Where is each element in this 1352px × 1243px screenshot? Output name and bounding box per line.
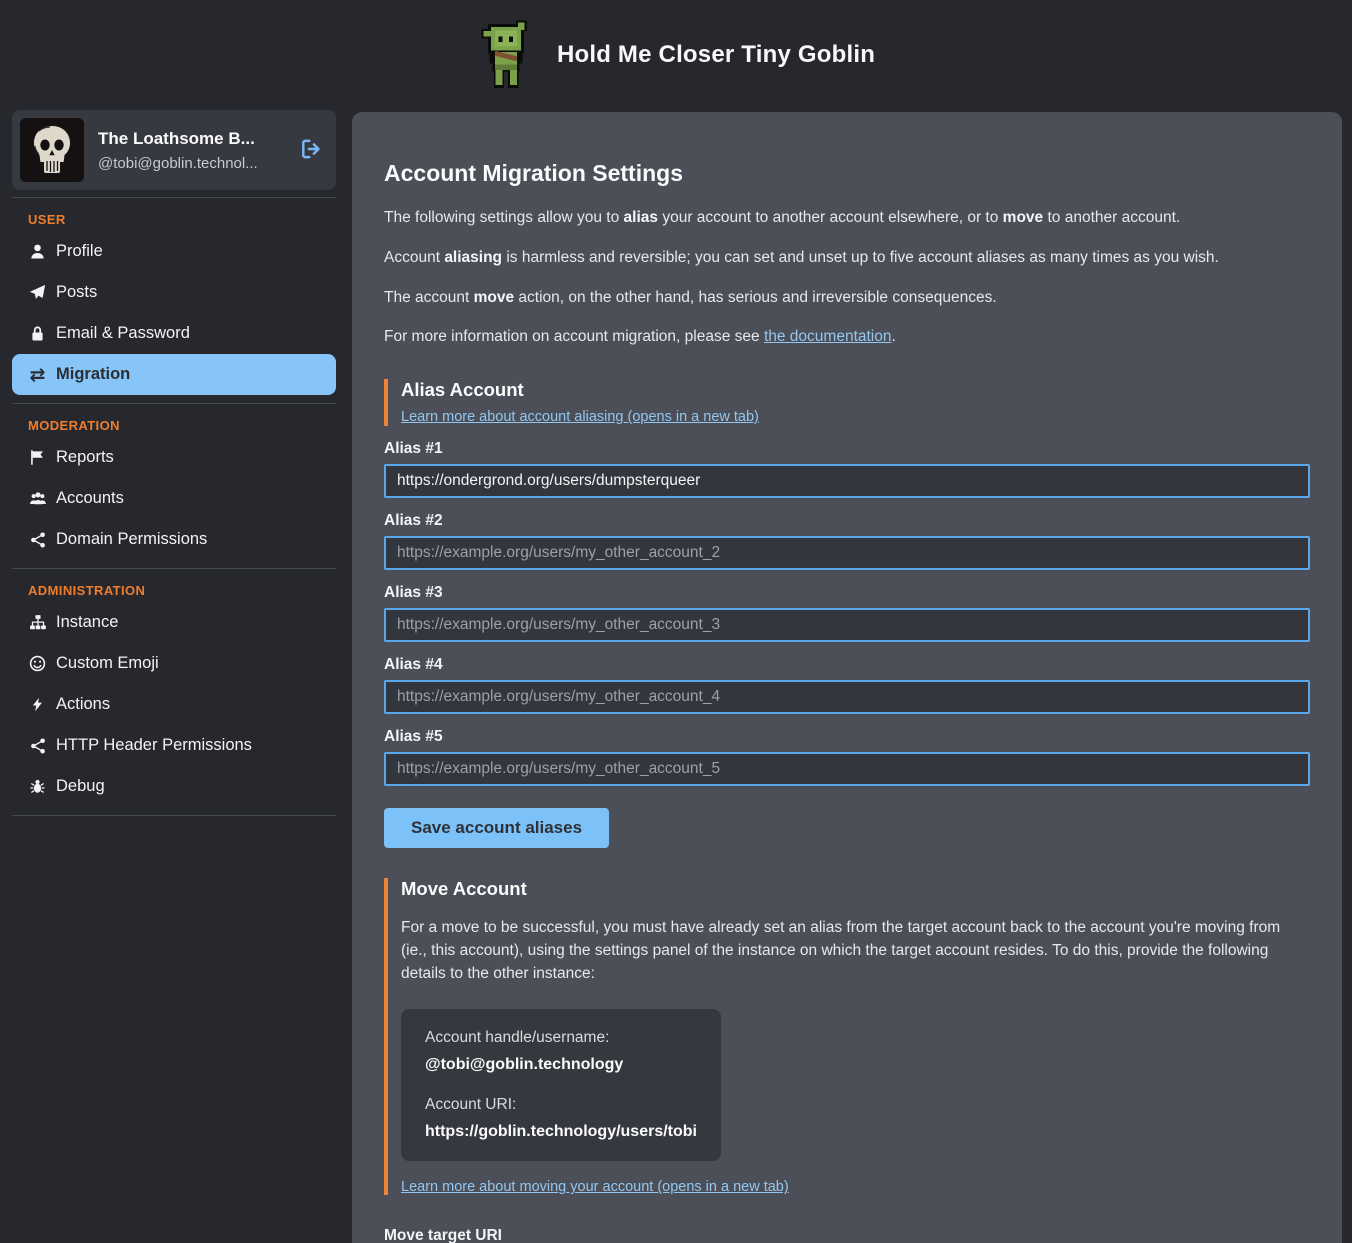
sidebar-item-profile[interactable]: Profile (12, 231, 336, 272)
move-account-section: Move Account For a move to be successful… (384, 878, 1310, 1195)
sidebar-item-label: HTTP Header Permissions (56, 736, 252, 755)
sidebar-item-label: Custom Emoji (56, 654, 159, 673)
share-nodes-icon (28, 738, 47, 754)
sidebar-item-label: Instance (56, 613, 118, 632)
alias-fields: Alias #1 Alias #2 Alias #3 Alias #4 Alia… (384, 440, 1310, 786)
alias-section-heading: Alias Account (401, 379, 1310, 401)
inline-link[interactable]: the documentation (764, 328, 892, 345)
logout-button[interactable] (298, 136, 324, 165)
alias-4-label: Alias #4 (384, 656, 1310, 674)
intro-paragraph: The following settings allow you to alia… (384, 207, 1310, 230)
sidebar-item-reports[interactable]: Reports (12, 437, 336, 478)
bug-icon (28, 778, 47, 795)
alias-4-input[interactable] (384, 680, 1310, 714)
app-title: Hold Me Closer Tiny Goblin (557, 41, 875, 69)
sidebar-item-label: Profile (56, 242, 103, 261)
sidebar-item-label: Email & Password (56, 324, 190, 343)
share-nodes-icon (28, 532, 47, 548)
lock-icon (28, 325, 47, 342)
move-description: For a move to be successful, you must ha… (401, 917, 1306, 985)
alias-2-label: Alias #2 (384, 512, 1310, 530)
goblin-pixel-logo-icon (477, 19, 535, 91)
sidebar-item-label: Posts (56, 283, 97, 302)
sidebar-item-migration[interactable]: ⇄ Migration (12, 354, 336, 395)
migration-arrows-icon: ⇄ (28, 367, 47, 383)
sidebar: The Loathsome B... @tobi@goblin.technol.… (12, 110, 336, 816)
user-icon (28, 243, 47, 260)
alias-field: Alias #4 (384, 656, 1310, 714)
app-header: Hold Me Closer Tiny Goblin (0, 0, 1352, 110)
move-section-heading: Move Account (401, 878, 1310, 900)
intro-paragraph: For more information on account migratio… (384, 326, 1310, 349)
sidebar-item-label: Migration (56, 365, 130, 384)
sidebar-item-accounts[interactable]: Accounts (12, 478, 336, 519)
sidebar-item-label: Accounts (56, 489, 124, 508)
paper-plane-icon (28, 284, 47, 301)
alias-5-input[interactable] (384, 752, 1310, 786)
account-display-name: The Loathsome B... (98, 129, 284, 149)
account-uri-label: Account URI: (425, 1096, 697, 1114)
account-handle: @tobi@goblin.technol... (98, 155, 284, 172)
sidebar-section-moderation: MODERATION Reports Accounts (12, 404, 336, 569)
account-handle-value: @tobi@goblin.technology (425, 1056, 697, 1074)
section-heading-user: USER (12, 210, 336, 231)
sidebar-item-debug[interactable]: Debug (12, 766, 336, 807)
sidebar-item-label: Reports (56, 448, 114, 467)
sidebar-item-domain-permissions[interactable]: Domain Permissions (12, 519, 336, 560)
sidebar-item-posts[interactable]: Posts (12, 272, 336, 313)
alias-field: Alias #3 (384, 584, 1310, 642)
sidebar-item-label: Debug (56, 777, 105, 796)
avatar (20, 118, 84, 182)
bolt-icon (28, 696, 47, 713)
alias-3-label: Alias #3 (384, 584, 1310, 602)
sign-out-icon (300, 138, 322, 160)
section-heading-moderation: MODERATION (12, 416, 336, 437)
sidebar-item-instance[interactable]: Instance (12, 602, 336, 643)
intro-paragraph: The account move action, on the other ha… (384, 287, 1310, 310)
smiley-icon (28, 655, 47, 672)
alias-field: Alias #5 (384, 728, 1310, 786)
account-uri-value: https://goblin.technology/users/tobi (425, 1123, 697, 1141)
alias-1-input[interactable] (384, 464, 1310, 498)
sidebar-item-label: Actions (56, 695, 110, 714)
alias-1-label: Alias #1 (384, 440, 1310, 458)
sidebar-item-http-header-permissions[interactable]: HTTP Header Permissions (12, 725, 336, 766)
alias-2-input[interactable] (384, 536, 1310, 570)
sidebar-item-label: Domain Permissions (56, 530, 207, 549)
move-target-uri-label: Move target URI (384, 1227, 1310, 1243)
users-icon (28, 490, 47, 507)
sitemap-icon (28, 614, 47, 631)
sidebar-item-actions[interactable]: Actions (12, 684, 336, 725)
account-handle-label: Account handle/username: (425, 1029, 697, 1047)
save-account-aliases-button[interactable]: Save account aliases (384, 808, 609, 848)
move-learn-more-link[interactable]: Learn more about moving your account (op… (401, 1179, 1310, 1195)
sidebar-section-user: USER Profile Posts (12, 197, 336, 404)
page-title: Account Migration Settings (384, 160, 1310, 187)
user-card: The Loathsome B... @tobi@goblin.technol.… (12, 110, 336, 190)
alias-field: Alias #2 (384, 512, 1310, 570)
alias-5-label: Alias #5 (384, 728, 1310, 746)
sidebar-item-email-password[interactable]: Email & Password (12, 313, 336, 354)
alias-learn-more-link[interactable]: Learn more about account aliasing (opens… (401, 409, 759, 425)
move-details-card: Account handle/username: @tobi@goblin.te… (401, 1009, 721, 1161)
alias-account-section: Alias Account Learn more about account a… (384, 379, 1310, 426)
section-heading-administration: ADMINISTRATION (12, 581, 336, 602)
intro-paragraph: Account aliasing is harmless and reversi… (384, 247, 1310, 270)
flag-icon (28, 449, 47, 466)
sidebar-item-custom-emoji[interactable]: Custom Emoji (12, 643, 336, 684)
main-panel: Account Migration Settings The following… (352, 112, 1342, 1243)
alias-field: Alias #1 (384, 440, 1310, 498)
alias-3-input[interactable] (384, 608, 1310, 642)
sidebar-section-administration: ADMINISTRATION Instance (12, 569, 336, 816)
